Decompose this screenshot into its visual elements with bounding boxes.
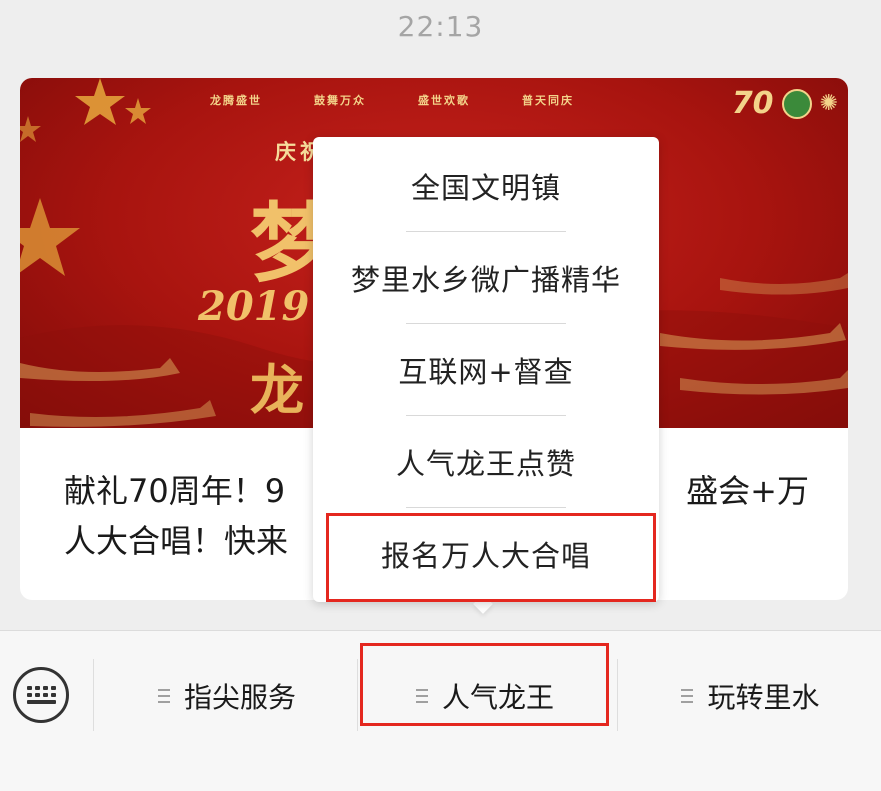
submenu-item-national-civilized-town[interactable]: 全国文明镇 (313, 140, 659, 232)
keyboard-icon (26, 686, 56, 704)
menu-tab-label: 指尖服务 (183, 681, 296, 714)
banner-slogans: 龙腾盛世 鼓舞万众 盛世欢歌 普天同庆 (210, 92, 574, 108)
submenu-item-internet-supervision[interactable]: 互联网+督查 (313, 324, 659, 416)
banner-slogan: 普天同庆 (522, 94, 574, 107)
menu-tab-explore-lishui[interactable]: 玩转里水 (620, 667, 881, 725)
green-circle-logo (781, 88, 812, 119)
menu-divider (357, 659, 358, 731)
menu-lines-icon (157, 689, 170, 703)
calligraphy-logo-icon: ✺ (819, 91, 838, 116)
menu-divider (93, 659, 94, 731)
submenu-item-dragon-king-vote[interactable]: 人气龙王点赞 (313, 416, 659, 508)
banner-logos: 70 ✺ (732, 86, 838, 121)
menu-tab-fingertip-services[interactable]: 指尖服务 (100, 667, 354, 725)
menu-tab-label: 玩转里水 (707, 681, 820, 714)
banner-slogan: 龙腾盛世 (210, 94, 262, 107)
banner-slogan: 鼓舞万众 (314, 94, 366, 107)
article-title-line1-end: 盛会+万 (686, 472, 809, 510)
highlight-box-chorus-signup (326, 513, 656, 602)
banner-calligraphy-char2: 龙 (250, 358, 304, 422)
menu-divider (617, 659, 618, 731)
keyboard-toggle-button[interactable] (13, 667, 69, 723)
submenu-item-broadcast-highlights[interactable]: 梦里水乡微广播精华 (313, 232, 659, 324)
menu-lines-icon (681, 689, 694, 703)
highlight-box-dragon-king-tab (360, 643, 609, 726)
article-title-line1-start: 献礼70周年！9 (64, 472, 286, 510)
banner-slogan: 盛世欢歌 (418, 94, 470, 107)
status-time: 22:13 (397, 10, 484, 43)
anniversary-70-logo: 70 (731, 86, 774, 121)
banner-year: 2019 (198, 283, 310, 330)
article-title-line2: 人大合唱！快来 (64, 522, 289, 560)
